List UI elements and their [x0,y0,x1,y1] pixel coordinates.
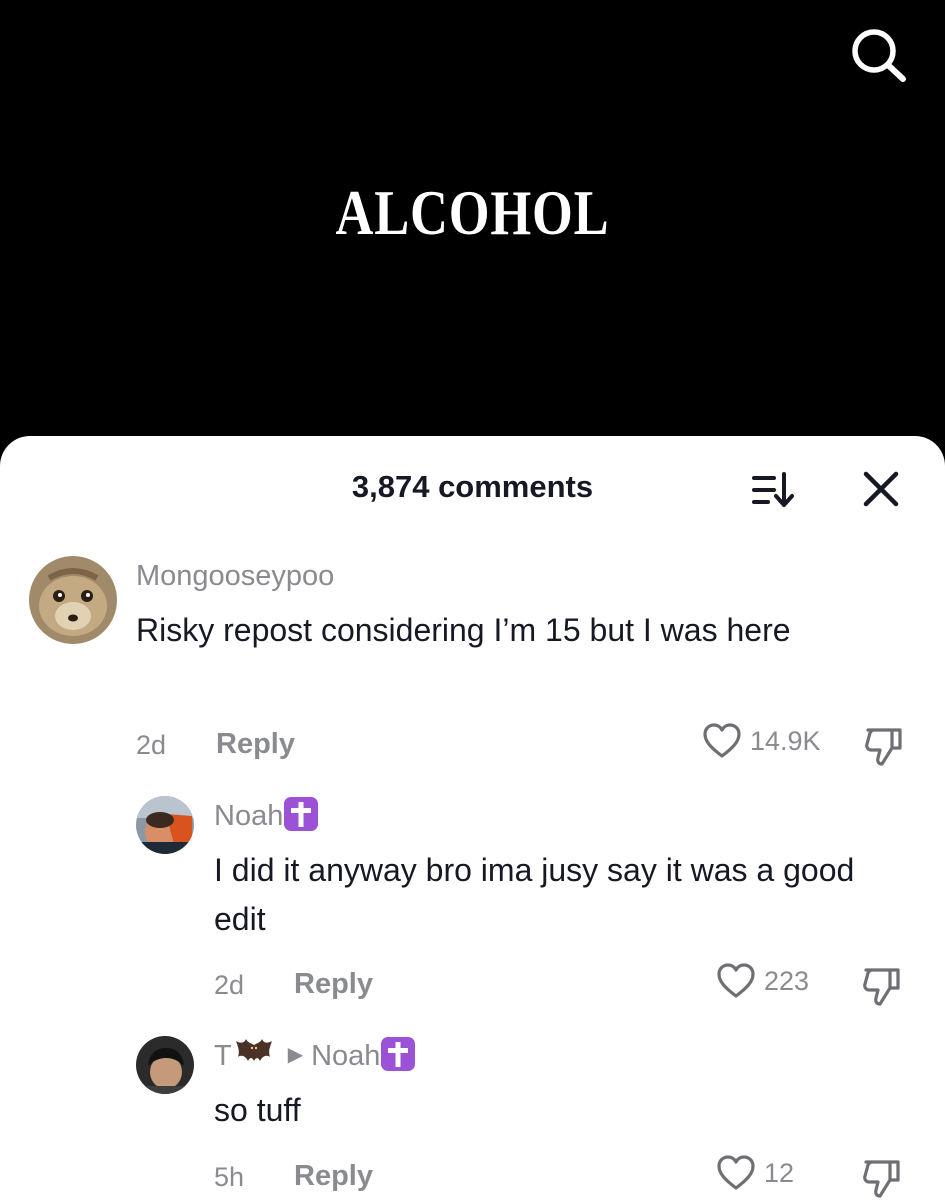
comment-item: Mongooseypoo Risky repost considering I’… [0,554,945,774]
mongoose-avatar-image [29,556,117,644]
comment-text: Risky repost considering I’m 15 but I wa… [136,612,791,648]
video-area[interactable]: ALCOHOL [0,0,945,470]
avatar[interactable] [136,1036,194,1094]
dislike-button[interactable] [860,1156,904,1200]
close-icon [863,471,899,507]
video-title-text: ALCOHOL [335,177,610,248]
reply-to-username[interactable]: Noah [311,1040,380,1072]
comments-header: 3,874 comments [0,436,945,536]
reply-comment-item: Noah I did it anyway bro ima jusy say it… [0,794,945,1014]
comment-username[interactable]: Mongooseypoo [136,560,334,593]
comment-username[interactable]: Noah [214,800,283,832]
comments-sheet: 3,874 comments Mongooseypoo Risky repost… [0,436,945,1200]
reply-button[interactable]: Reply [294,968,373,1001]
like-count: 14.9K [750,725,821,756]
close-button[interactable] [858,466,904,512]
comment-timestamp: 2d [214,970,245,1000]
latin-cross-emoji [381,1037,416,1072]
heart-icon [703,723,741,758]
comment-text: I did it anyway bro ima jusy say it was … [214,852,855,937]
heart-icon [717,1155,755,1190]
search-icon [852,29,906,82]
like-button[interactable]: 223 [716,962,809,1000]
reply-comment-item: T ▶ Noah so tuff 5h Reply 12 [0,1034,945,1200]
avatar[interactable] [136,796,194,854]
comment-username[interactable]: T [214,1040,232,1072]
bat-emoji [234,1035,274,1069]
reply-button[interactable]: Reply [216,728,295,761]
like-button[interactable]: 12 [716,1154,794,1192]
avatar[interactable] [29,556,117,644]
reply-button[interactable]: Reply [294,1160,373,1193]
thumbs-down-icon [863,968,900,1006]
thumbs-down-icon [863,1160,900,1198]
sort-icon [752,472,794,507]
latin-cross-emoji [284,797,319,832]
reply-arrow-icon: ▶ [287,1043,304,1066]
dislike-button[interactable] [862,724,906,768]
search-button[interactable] [848,26,908,86]
comment-timestamp: 5h [214,1162,245,1192]
comment-username-row: Noah [214,797,319,834]
comment-timestamp: 2d [136,730,167,760]
thumbs-down-icon [865,728,902,766]
t-avatar-image [136,1036,194,1094]
comment-count: 3,874 comments [351,469,594,504]
like-count: 12 [764,1157,795,1188]
noah-avatar-image [136,796,194,854]
comment-text: so tuff [214,1092,301,1128]
sort-button[interactable] [748,470,800,510]
heart-icon [717,963,755,998]
like-button[interactable]: 14.9K [702,722,821,760]
dislike-button[interactable] [860,964,904,1008]
comment-username-row: T ▶ Noah [214,1037,416,1074]
like-count: 223 [764,965,810,996]
